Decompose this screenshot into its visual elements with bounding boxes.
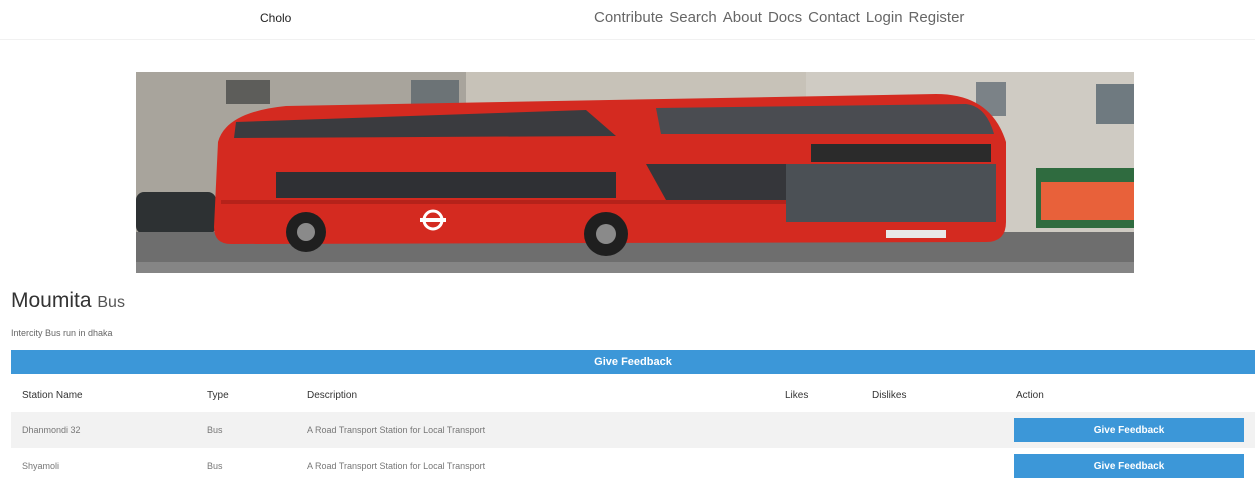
table-row: Shyamoli Bus A Road Transport Station fo… [11, 448, 1255, 484]
give-feedback-button[interactable]: Give Feedback [1014, 454, 1244, 478]
nav-link-register[interactable]: Register [909, 9, 965, 26]
bus-illustration [136, 72, 1134, 273]
header-type: Type [207, 389, 229, 401]
hero-bus-image [136, 72, 1134, 273]
give-feedback-button[interactable]: Give Feedback [1014, 418, 1244, 442]
cell-type: Bus [196, 412, 296, 448]
route-description: Intercity Bus run in dhaka [11, 328, 113, 338]
stations-table: Station Name Type Description Likes Disl… [11, 378, 1255, 484]
cell-station: Dhanmondi 32 [11, 412, 196, 448]
cell-dislikes [861, 448, 1005, 484]
cell-type: Bus [207, 461, 223, 471]
nav-link-contribute[interactable]: Contribute [594, 9, 663, 26]
nav-link-login[interactable]: Login [866, 9, 903, 26]
cell-action: Give Feedback [1005, 448, 1255, 484]
table-row: Dhanmondi 32 Bus A Road Transport Statio… [11, 412, 1255, 448]
header-description: Description [307, 389, 358, 401]
page-title: Moumita Bus [11, 289, 125, 313]
cell-likes [774, 448, 861, 484]
nav-link-docs[interactable]: Docs [768, 9, 802, 26]
header-action: Action [1016, 389, 1044, 401]
nav-links: Contribute Search About Docs Contact Log… [594, 9, 964, 26]
header-likes: Likes [785, 389, 809, 401]
brand-link[interactable]: Cholo [260, 11, 291, 25]
give-feedback-bar-button[interactable]: Give Feedback [11, 350, 1255, 374]
cell-dislikes [861, 412, 1005, 448]
header-station-name: Station Name [22, 389, 83, 401]
route-type: Bus [97, 294, 125, 311]
cell-description: A Road Transport Station for Local Trans… [296, 412, 774, 448]
nav-link-contact[interactable]: Contact [808, 9, 860, 26]
navbar: Cholo Contribute Search About Docs Conta… [0, 0, 1255, 40]
cell-action: Give Feedback [1005, 412, 1255, 448]
nav-link-about[interactable]: About [723, 9, 762, 26]
table-header-row: Station Name Type Description Likes Disl… [11, 378, 1255, 412]
cell-likes [774, 412, 861, 448]
cell-station: Shyamoli [22, 461, 60, 471]
cell-description: A Road Transport Station for Local Trans… [307, 461, 486, 471]
header-dislikes: Dislikes [872, 389, 907, 401]
nav-link-search[interactable]: Search [669, 9, 717, 26]
route-name: Moumita [11, 289, 92, 312]
